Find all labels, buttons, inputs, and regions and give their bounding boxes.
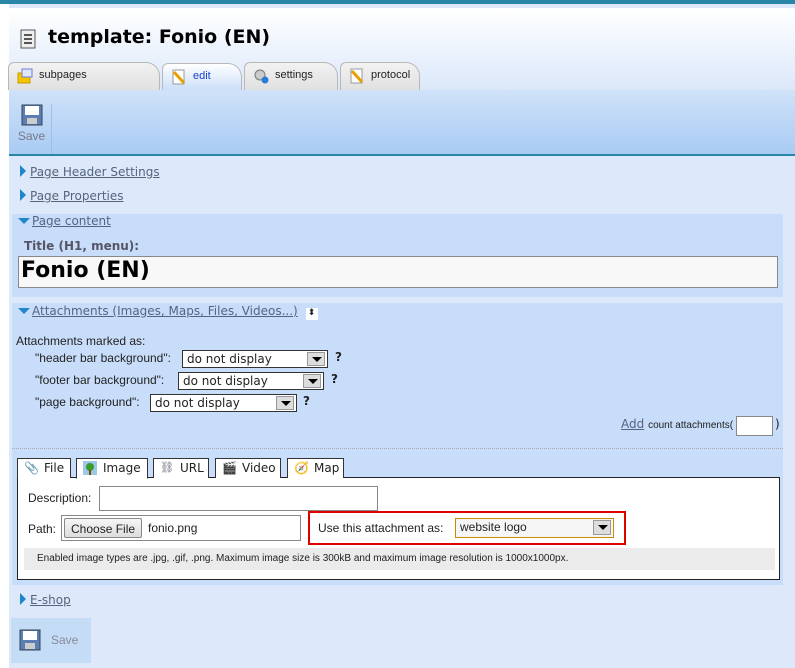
- sort-icon[interactable]: ⬍: [305, 308, 318, 320]
- tab-label: Image: [103, 461, 141, 475]
- tab-label: File: [44, 461, 65, 475]
- save-label: Save: [51, 633, 79, 647]
- tab-subpages[interactable]: subpages: [8, 62, 160, 90]
- section-page-properties[interactable]: Page Properties: [20, 189, 124, 203]
- select-value: do not display: [155, 396, 240, 410]
- marked-as-label: Attachments marked as:: [16, 334, 146, 348]
- page-background-select[interactable]: do not display: [150, 394, 297, 412]
- top-border: [0, 0, 795, 4]
- section-page-content[interactable]: Page content: [18, 214, 111, 228]
- tab-map[interactable]: 🧭 Map: [287, 458, 344, 478]
- title-label: Title (H1, menu):: [24, 239, 140, 253]
- help-icon[interactable]: ?: [303, 394, 310, 408]
- page-title: template: Fonio (EN): [48, 26, 271, 48]
- tab-settings[interactable]: settings: [244, 62, 338, 90]
- expand-arrow-icon: [20, 165, 26, 177]
- help-icon[interactable]: ?: [331, 372, 338, 386]
- section-link[interactable]: Page Header Settings: [30, 165, 160, 179]
- save-button[interactable]: Save: [12, 104, 52, 154]
- save-label: Save: [17, 129, 46, 143]
- floppy-disk-icon: [19, 629, 41, 651]
- tab-label: subpages: [39, 69, 87, 81]
- help-icon[interactable]: ?: [335, 350, 342, 364]
- tab-protocol[interactable]: protocol: [340, 62, 420, 90]
- collapse-arrow-icon: [18, 218, 30, 224]
- select-value: website logo: [460, 520, 527, 534]
- count-close: ): [775, 417, 780, 431]
- tab-label: Video: [242, 461, 276, 475]
- tab-label: edit: [193, 70, 211, 82]
- expand-arrow-icon: [20, 593, 26, 605]
- gear-icon: [254, 69, 269, 84]
- path-label: Path:: [28, 522, 57, 536]
- dropdown-arrow-icon: [276, 396, 294, 410]
- tab-image[interactable]: Image: [76, 458, 148, 479]
- footer-bar-select[interactable]: do not display: [178, 372, 324, 390]
- compass-icon: 🧭: [294, 461, 309, 475]
- section-link[interactable]: Page content: [32, 214, 111, 228]
- collapse-arrow-icon: [18, 308, 30, 314]
- tab-label: protocol: [371, 69, 411, 81]
- use-as-label: Use this attachment as:: [318, 521, 444, 535]
- section-page-header-settings[interactable]: Page Header Settings: [20, 165, 160, 179]
- page-background-label: "page background":: [35, 395, 140, 409]
- info-bar: Enabled image types are .jpg, .gif, .png…: [24, 548, 775, 570]
- section-link[interactable]: Page Properties: [30, 189, 124, 203]
- header-bar-label: "header bar background":: [35, 351, 171, 365]
- pencil-icon: [172, 69, 186, 85]
- add-attachments: Add count attachments(: [621, 417, 733, 431]
- tab-url[interactable]: ⛓ URL: [153, 458, 209, 478]
- paperclip-icon: 📎: [24, 461, 39, 475]
- divider: [12, 448, 783, 449]
- select-value: do not display: [183, 374, 268, 388]
- section-attachments[interactable]: Attachments (Images, Maps, Files, Videos…: [18, 304, 318, 320]
- tab-edit[interactable]: edit: [162, 63, 242, 91]
- tab-label: Map: [314, 461, 340, 475]
- tab-label: URL: [180, 461, 204, 475]
- use-as-select[interactable]: website logo: [455, 518, 614, 538]
- toolbar: [9, 90, 795, 156]
- template-page-icon: [20, 29, 36, 49]
- footer-bar-label: "footer bar background":: [35, 373, 165, 387]
- link-icon: ⛓: [160, 461, 174, 474]
- floppy-disk-icon: [21, 104, 42, 126]
- count-input[interactable]: [736, 416, 773, 436]
- section-link[interactable]: E-shop: [30, 593, 71, 607]
- expand-arrow-icon: [20, 189, 26, 201]
- choose-file-button[interactable]: Choose File: [64, 518, 143, 538]
- image-icon: [83, 461, 97, 475]
- pencil-icon: [350, 68, 364, 84]
- tab-file[interactable]: 📎 File: [17, 458, 71, 478]
- header-bar-select[interactable]: do not display: [182, 350, 328, 368]
- left-strip: [0, 4, 9, 668]
- dropdown-arrow-icon: [307, 352, 325, 366]
- clapperboard-icon: 🎬: [222, 461, 237, 475]
- footer-save-button[interactable]: Save: [11, 618, 91, 663]
- select-value: do not display: [187, 352, 272, 366]
- file-name: fonio.png: [148, 521, 198, 535]
- add-link[interactable]: Add: [621, 417, 644, 431]
- count-label: count attachments(: [648, 420, 734, 431]
- file-input[interactable]: Choose File fonio.png: [61, 515, 301, 541]
- folder-icon: [17, 68, 33, 84]
- tab-label: settings: [275, 69, 313, 81]
- section-eshop[interactable]: E-shop: [20, 593, 71, 607]
- description-input[interactable]: [99, 486, 378, 511]
- dropdown-arrow-icon: [303, 374, 321, 388]
- section-link[interactable]: Attachments (Images, Maps, Files, Videos…: [32, 304, 298, 318]
- dropdown-arrow-icon: [593, 520, 611, 535]
- title-input[interactable]: Fonio (EN): [18, 256, 778, 288]
- description-label: Description:: [28, 491, 92, 505]
- tab-video[interactable]: 🎬 Video: [215, 458, 281, 478]
